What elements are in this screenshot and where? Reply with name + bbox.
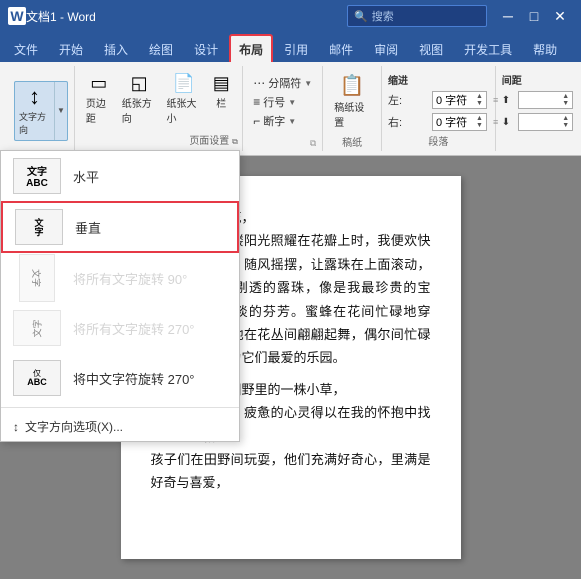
tab-references[interactable]: 引用 (274, 36, 318, 62)
columns-label: 栏 (216, 95, 226, 110)
spacing-before-input[interactable]: ▲ ▼ (518, 91, 573, 109)
spacing-after-icon: ⬇ (502, 117, 510, 128)
margins-button[interactable]: ▭ 页边距 (81, 70, 117, 128)
rotate90-label: 将所有文字旋转 90° (73, 269, 187, 288)
indent-right-input[interactable]: 0 字符 ▲ ▼ (432, 113, 487, 131)
indent-left-value: 0 字符 (436, 92, 476, 108)
draft-label: 稿纸设置 (334, 99, 370, 129)
word-icon: W (8, 7, 26, 25)
line-numbers-button[interactable]: ≡ 行号 ▼ (249, 93, 316, 111)
horizontal-label: 水平 (73, 167, 99, 186)
hyphenation-button[interactable]: ⌐ 断字 ▼ (249, 112, 316, 130)
spacing-after-down[interactable]: ▼ (562, 122, 569, 129)
horizontal-icon: 文字 ABC (13, 158, 61, 194)
paper-size-icon: 📄 (173, 73, 195, 94)
rotate90-icon: 文字 (19, 254, 55, 302)
spacing-before-icon: ⬆ (502, 95, 510, 106)
draft-settings-button[interactable]: 📋 稿纸设置 (329, 70, 375, 132)
options-link-icon: ↕ (13, 420, 19, 434)
tab-insert[interactable]: 插入 (94, 36, 138, 62)
orientation-icon: ◱ (131, 73, 148, 94)
group-page-setup: ▭ 页边距 ◱ 纸张方向 📄 纸张大小 ▤ 栏 页面设置 ⧉ (75, 66, 243, 151)
doc-paragraph-5: 孩子们在田野间玩耍，他们充满好奇心，里满是好奇与喜爱， (151, 448, 431, 495)
group-draft: 📋 稿纸设置 稿纸 (323, 66, 382, 151)
group-indent: 缩进 左: 0 字符 ▲ ▼ ≡ 右: 0 字符 ▲ ▼ ≡ 段 (382, 66, 496, 151)
indent-right-value: 0 字符 (436, 114, 476, 130)
rotate270-icon: 文字 (13, 310, 61, 346)
tab-view[interactable]: 视图 (409, 36, 453, 62)
hyphenation-icon: ⌐ (253, 114, 260, 128)
text-direction-options-link[interactable]: ↕ 文字方向选项(X)... (1, 412, 239, 441)
tab-home[interactable]: 开始 (49, 36, 93, 62)
tab-mailings[interactable]: 邮件 (319, 36, 363, 62)
dropdown-rotate270[interactable]: 文字 将所有文字旋转 270° (1, 303, 239, 353)
group-spacing: 间距 ⬆ ▲ ▼ ⬇ ▲ ▼ (496, 66, 573, 151)
indent-right-up[interactable]: ▲ (476, 115, 483, 122)
tab-design[interactable]: 设计 (184, 36, 228, 62)
spacing-after-up[interactable]: ▲ (562, 115, 569, 122)
margins-icon: ▭ (90, 73, 107, 94)
vertical-icon: 文字 (15, 209, 63, 245)
tab-review[interactable]: 审阅 (364, 36, 408, 62)
dropdown-chinese270[interactable]: 仅 ABC 将中文字符旋转 270° (1, 353, 239, 403)
group-flow: ⋯ 分隔符 ▼ ≡ 行号 ▼ ⌐ 断字 ▼ ⧉ (243, 66, 323, 151)
dropdown-divider (1, 407, 239, 408)
options-link-label: 文字方向选项(X)... (25, 418, 123, 435)
vertical-label: 垂直 (75, 218, 101, 237)
orientation-button[interactable]: ◱ 纸张方向 (117, 70, 162, 128)
text-direction-icon: ↕ (29, 86, 40, 108)
break-icon: ⋯ (253, 76, 265, 90)
orientation-label: 纸张方向 (122, 95, 157, 125)
group-text-direction: ↕ 文字方向 ▼ (8, 66, 75, 151)
text-direction-dropdown: 文字 ABC 水平 文字 垂直 文字 将所有文字旋转 90° 文字 将所有文字旋… (0, 150, 240, 442)
indent-right-label: 右: (388, 114, 428, 130)
search-box[interactable]: 🔍 搜索 (347, 5, 487, 27)
spacing-title: 间距 (502, 72, 522, 87)
tab-draw[interactable]: 绘图 (139, 36, 183, 62)
maximize-button[interactable]: □ (521, 0, 547, 32)
page-break-button[interactable]: ⋯ 分隔符 ▼ (249, 74, 316, 92)
text-direction-dropdown-arrow[interactable]: ▼ (55, 82, 67, 140)
tab-developer[interactable]: 开发工具 (454, 36, 522, 62)
close-button[interactable]: ✕ (547, 0, 573, 32)
chinese270-icon: 仅 ABC (13, 360, 61, 396)
line-numbers-icon: ≡ (253, 95, 260, 109)
spacing-before-down[interactable]: ▼ (562, 100, 569, 107)
title-bar-text: 文档1 - Word (26, 8, 347, 25)
indent-title: 缩进 (388, 72, 408, 87)
indent-left-up[interactable]: ▲ (476, 93, 483, 100)
indent-group-label: 段落 (388, 133, 489, 150)
minimize-button[interactable]: ─ (495, 0, 521, 32)
tab-layout[interactable]: 布局 (229, 34, 273, 62)
dropdown-vertical[interactable]: 文字 垂直 (1, 201, 239, 253)
ribbon-tab-bar: 文件 开始 插入 绘图 设计 布局 引用 邮件 审阅 视图 开发工具 帮助 (0, 32, 581, 62)
chinese270-label: 将中文字符旋转 270° (73, 369, 195, 388)
dropdown-horizontal[interactable]: 文字 ABC 水平 (1, 151, 239, 201)
tab-help[interactable]: 帮助 (523, 36, 567, 62)
paper-size-button[interactable]: 📄 纸张大小 (161, 70, 206, 128)
search-placeholder: 搜索 (372, 8, 394, 24)
draft-group-label: 稿纸 (329, 134, 375, 151)
paper-size-label: 纸张大小 (166, 95, 201, 125)
indent-left-label: 左: (388, 92, 428, 108)
indent-right-down[interactable]: ▼ (476, 122, 483, 129)
ribbon-content: ↕ 文字方向 ▼ ▭ 页边距 ◱ 纸张方向 📄 (0, 62, 581, 156)
text-direction-label: 文字方向 (19, 110, 50, 136)
columns-icon: ▤ (213, 73, 230, 94)
flow-group-expand[interactable]: ⧉ (310, 138, 316, 148)
indent-left-down[interactable]: ▼ (476, 100, 483, 107)
columns-button[interactable]: ▤ 栏 (206, 70, 236, 113)
draft-icon: 📋 (340, 73, 365, 98)
spacing-before-up[interactable]: ▲ (562, 93, 569, 100)
dropdown-rotate90[interactable]: 文字 将所有文字旋转 90° (1, 253, 239, 303)
spacing-after-input[interactable]: ▲ ▼ (518, 113, 573, 131)
window-controls: ─ □ ✕ (495, 0, 573, 32)
tab-file[interactable]: 文件 (4, 36, 48, 62)
rotate270-label: 将所有文字旋转 270° (73, 319, 195, 338)
text-direction-button[interactable]: ↕ 文字方向 ▼ (14, 81, 68, 141)
indent-left-input[interactable]: 0 字符 ▲ ▼ (432, 91, 487, 109)
margins-label: 页边距 (86, 95, 112, 125)
title-bar: W 文档1 - Word 🔍 搜索 ─ □ ✕ (0, 0, 581, 32)
